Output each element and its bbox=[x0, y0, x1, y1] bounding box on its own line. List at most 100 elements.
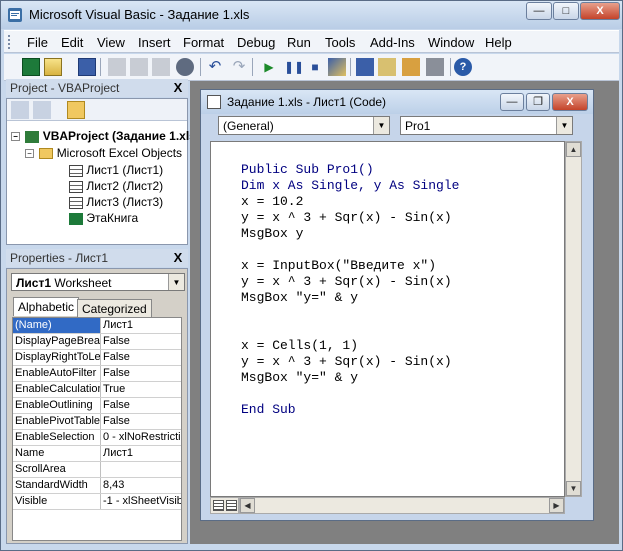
property-value[interactable]: 8,43 bbox=[103, 478, 181, 493]
view-code-icon[interactable] bbox=[11, 101, 29, 119]
code-line: MsgBox "y=" & y bbox=[241, 370, 359, 385]
break-icon[interactable]: ❚❚ bbox=[284, 58, 304, 76]
menu-file[interactable]: File bbox=[27, 35, 48, 50]
menu-debug[interactable]: Debug bbox=[237, 35, 275, 50]
undo-icon[interactable]: ↶ bbox=[206, 58, 224, 76]
paste-icon[interactable] bbox=[152, 58, 170, 76]
object-selector[interactable]: Лист1 Worksheet ▼ bbox=[11, 273, 185, 291]
property-row[interactable]: (Name) Лист1 bbox=[13, 318, 181, 334]
property-row[interactable]: Name Лист1 bbox=[13, 446, 181, 462]
minimize-button[interactable]: — bbox=[526, 2, 552, 20]
tree-item-thisworkbook[interactable]: ЭтаКнига bbox=[69, 211, 138, 225]
property-value[interactable] bbox=[103, 462, 181, 477]
code-line: x = InputBox("Введите x") bbox=[241, 258, 437, 273]
property-value[interactable]: True bbox=[103, 382, 181, 397]
tab-alphabetic[interactable]: Alphabetic bbox=[13, 297, 80, 316]
vb-app-icon bbox=[8, 8, 22, 22]
property-row[interactable]: ScrollArea bbox=[13, 462, 181, 478]
property-row[interactable]: Visible-1 - xlSheetVisible bbox=[13, 494, 181, 510]
property-row[interactable]: EnableAutoFilter False bbox=[13, 366, 181, 382]
menu-grip[interactable] bbox=[8, 35, 12, 49]
object-name: Лист1 bbox=[16, 276, 52, 290]
code-editor[interactable]: Public Sub Pro1() Dim x As Single, y As … bbox=[210, 141, 565, 497]
tree-item-sheet1[interactable]: Лист1 (Лист1) bbox=[69, 163, 163, 177]
code-close-button[interactable]: X bbox=[552, 93, 588, 111]
menu-addins[interactable]: Add-Ins bbox=[370, 35, 415, 50]
property-value[interactable]: False bbox=[103, 334, 181, 349]
title-bar[interactable]: Microsoft Visual Basic - Задание 1.xls —… bbox=[1, 1, 622, 29]
menu-format[interactable]: Format bbox=[183, 35, 224, 50]
design-mode-icon[interactable] bbox=[328, 58, 346, 76]
redo-icon[interactable]: ↷ bbox=[230, 58, 248, 76]
dropdown-arrow-icon[interactable]: ▼ bbox=[556, 117, 572, 134]
property-value[interactable]: Лист1 bbox=[103, 318, 181, 333]
property-value[interactable]: Лист1 bbox=[103, 446, 181, 461]
property-row[interactable]: EnableCalculation True bbox=[13, 382, 181, 398]
properties-icon[interactable] bbox=[378, 58, 396, 76]
scroll-down-icon[interactable]: ▼ bbox=[566, 481, 581, 496]
toggle-folders-icon[interactable] bbox=[67, 101, 85, 119]
code-window-titlebar[interactable]: Задание 1.xls - Лист1 (Code) — ❐ X bbox=[201, 90, 593, 114]
property-row[interactable]: EnableSelection0 - xlNoRestrictions bbox=[13, 430, 181, 446]
dropdown-arrow-icon[interactable]: ▼ bbox=[373, 117, 389, 134]
reset-icon[interactable]: ■ bbox=[306, 58, 324, 76]
property-name: StandardWidth bbox=[13, 478, 101, 493]
full-module-view-icon[interactable] bbox=[226, 500, 237, 511]
property-row[interactable]: EnableOutlining False bbox=[13, 398, 181, 414]
tree-root[interactable]: − VBAProject (Задание 1.xls) bbox=[11, 129, 200, 143]
property-value[interactable]: False bbox=[103, 398, 181, 413]
project-explorer-icon[interactable] bbox=[356, 58, 374, 76]
property-value[interactable]: 0 - xlNoRestrictions bbox=[103, 430, 181, 445]
view-object-icon[interactable] bbox=[33, 101, 51, 119]
tree-folder[interactable]: − Microsoft Excel Objects bbox=[25, 146, 182, 160]
code-restore-button[interactable]: ❐ bbox=[526, 93, 550, 111]
scroll-up-icon[interactable]: ▲ bbox=[566, 142, 581, 157]
property-grid: (Name)Лист1 DisplayPageBreaksFalse Displ… bbox=[12, 317, 182, 541]
menu-window[interactable]: Window bbox=[428, 35, 474, 50]
excel-icon[interactable] bbox=[22, 58, 40, 76]
code-line: MsgBox "y=" & y bbox=[241, 290, 359, 305]
collapse-icon[interactable]: − bbox=[11, 132, 20, 142]
property-value[interactable]: False bbox=[103, 414, 181, 429]
object-browser-icon[interactable] bbox=[402, 58, 420, 76]
scroll-left-icon[interactable]: ◀ bbox=[240, 498, 255, 513]
tree-item-sheet2[interactable]: Лист2 (Лист2) bbox=[69, 179, 163, 193]
scroll-right-icon[interactable]: ▶ bbox=[549, 498, 564, 513]
procedure-combo-value: Pro1 bbox=[405, 119, 431, 133]
vertical-scrollbar[interactable]: ▲ ▼ bbox=[565, 141, 582, 497]
help-icon[interactable]: ? bbox=[454, 58, 472, 76]
tree-item-sheet3[interactable]: Лист3 (Лист3) bbox=[69, 195, 163, 209]
menu-help[interactable]: Help bbox=[485, 35, 512, 50]
tab-categorized[interactable]: Categorized bbox=[77, 299, 152, 318]
menu-edit[interactable]: Edit bbox=[61, 35, 83, 50]
property-row[interactable]: StandardWidth 8,43 bbox=[13, 478, 181, 494]
menu-insert[interactable]: Insert bbox=[138, 35, 171, 50]
collapse-icon[interactable]: − bbox=[25, 149, 34, 159]
procedure-combo[interactable]: Pro1 ▼ bbox=[400, 116, 573, 135]
menu-run[interactable]: Run bbox=[287, 35, 311, 50]
menu-tools[interactable]: Tools bbox=[325, 35, 355, 50]
object-combo[interactable]: (General) ▼ bbox=[218, 116, 390, 135]
dropdown-arrow-icon[interactable]: ▼ bbox=[168, 274, 184, 290]
insert-module-icon[interactable] bbox=[44, 58, 62, 76]
property-row[interactable]: DisplayPageBreaksFalse bbox=[13, 334, 181, 350]
menu-view[interactable]: View bbox=[97, 35, 125, 50]
run-icon[interactable]: ▶ bbox=[260, 58, 278, 76]
code-minimize-button[interactable]: — bbox=[500, 93, 524, 111]
property-row[interactable]: DisplayRightToLeft False bbox=[13, 350, 181, 366]
property-value[interactable]: False bbox=[103, 350, 181, 365]
toolbox-icon[interactable] bbox=[426, 58, 444, 76]
find-icon[interactable] bbox=[176, 58, 194, 76]
properties-pane-close-button[interactable]: X bbox=[171, 251, 185, 265]
save-icon[interactable] bbox=[78, 58, 96, 76]
property-value[interactable]: -1 - xlSheetVisible bbox=[103, 494, 181, 509]
procedure-view-icon[interactable] bbox=[213, 500, 224, 511]
cut-icon[interactable] bbox=[108, 58, 126, 76]
property-row[interactable]: EnablePivotTable False bbox=[13, 414, 181, 430]
maximize-button[interactable]: □ bbox=[553, 2, 579, 20]
project-pane-close-button[interactable]: X bbox=[171, 81, 185, 95]
close-button[interactable]: X bbox=[580, 2, 620, 20]
horizontal-scrollbar[interactable]: ◀ ▶ bbox=[239, 497, 565, 514]
property-value[interactable]: False bbox=[103, 366, 181, 381]
copy-icon[interactable] bbox=[130, 58, 148, 76]
